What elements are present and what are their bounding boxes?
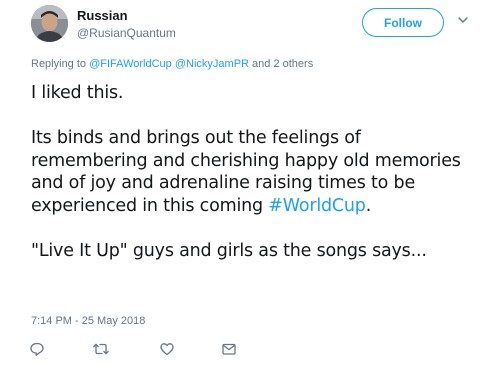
user-handle[interactable]: @RusianQuantum [77,26,176,40]
chevron-down-icon[interactable] [457,14,469,26]
tweet-line-1: I liked this. [31,83,124,103]
reply-button[interactable] [27,340,47,358]
retweet-icon [93,343,109,355]
timestamp[interactable]: 7:14 PM - 25 May 2018 [31,315,145,327]
tweet-card: Russian @RusianQuantum Follow Replying t… [0,0,500,365]
like-button[interactable] [157,340,177,358]
display-name[interactable]: Russian [77,8,128,23]
replying-to: Replying to @FIFAWorldCup @NickyJamPR an… [31,58,313,70]
envelope-icon [222,343,236,355]
action-bar [27,340,327,360]
tweet-paragraph-2-end: . [365,195,372,216]
retweet-button[interactable] [91,340,111,358]
direct-message-button[interactable] [219,340,239,358]
mention-link-nickyjampr[interactable]: @NickyJamPR [175,58,249,70]
heart-icon [160,343,174,356]
hashtag-link-worldcup[interactable]: #WorldCup [268,196,366,216]
reply-icon [30,342,44,356]
replying-to-prefix: Replying to [31,58,90,70]
tweet-text: I liked this. Its binds and brings out t… [31,82,471,262]
follow-button[interactable]: Follow [362,8,444,37]
tweet-paragraph-2: Its binds and brings out the feelings of… [31,127,471,217]
mention-link-fifaworldcup[interactable]: @FIFAWorldCup [89,58,172,70]
replying-to-suffix: and 2 others [248,58,314,70]
avatar[interactable] [31,5,68,42]
tweet-line-3: "Live It Up" guys and girls as the songs… [31,240,427,261]
tweet-paragraph-2-text: Its binds and brings out the feelings of… [31,128,461,216]
